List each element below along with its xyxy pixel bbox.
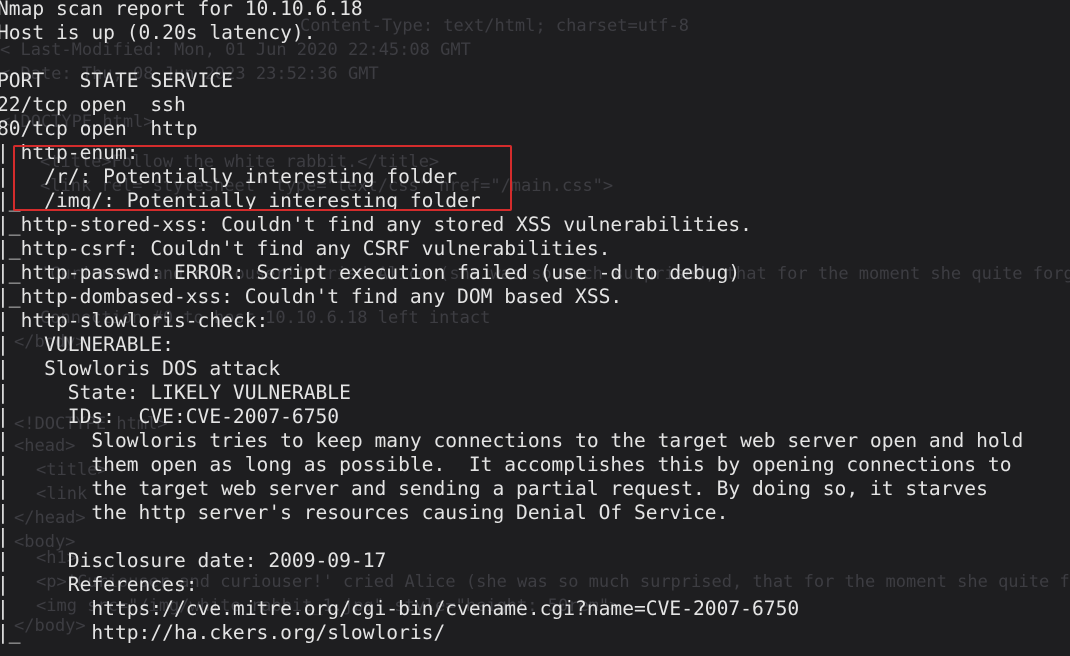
script-result-stored-xss: |_http-stored-xss: Couldn't find any sto…: [0, 213, 752, 236]
script-result-passwd: |_http-passwd: ERROR: Script execution f…: [0, 261, 741, 284]
script-result-csrf: |_http-csrf: Couldn't find any CSRF vuln…: [0, 237, 611, 260]
slowloris-description-line: | the http server's resources causing De…: [0, 501, 729, 524]
slowloris-title: | Slowloris DOS attack: [0, 357, 281, 380]
slowloris-state: | State: LIKELY VULNERABLE: [0, 381, 351, 404]
script-result-dombased-xss: |_http-dombased-xss: Couldn't find any D…: [0, 285, 623, 308]
slowloris-description-line: | Slowloris tries to keep many connectio…: [0, 429, 1024, 452]
port-row-http: 80/tcp open http: [0, 117, 198, 140]
reference-link-ckers[interactable]: |_ http://ha.ckers.org/slowloris/: [0, 621, 1023, 645]
port-row-ssh: 22/tcp open ssh: [0, 93, 186, 116]
terminal-line-host-status: Host is up (0.20s latency).: [0, 21, 316, 44]
slowloris-check-header: | http-slowloris-check:: [0, 309, 269, 332]
terminal-line-spacer: |: [0, 525, 9, 548]
terminal-line-scan-report: Nmap scan report for 10.10.6.18: [0, 0, 363, 20]
slowloris-vulnerable-label: | VULNERABLE:: [0, 333, 174, 356]
slowloris-ids: | IDs: CVE:CVE-2007-6750: [0, 405, 340, 428]
highlight-annotation-box: [13, 145, 512, 211]
slowloris-references-label: | References:: [0, 573, 198, 596]
slowloris-disclosure-date: | Disclosure date: 2009-09-17: [0, 549, 387, 572]
slowloris-description-line: | the target web server and sending a pa…: [0, 477, 988, 500]
port-table-header: PORT STATE SERVICE: [0, 69, 233, 92]
terminal-window[interactable]: Content-Type: text/html; charset=utf-8 <…: [0, 0, 1070, 656]
terminal-output[interactable]: Nmap scan report for 10.10.6.18 Host is u…: [0, 0, 1023, 645]
slowloris-description-line: | them open as long as possible. It acco…: [0, 453, 1012, 476]
reference-link-cve-mitre[interactable]: | https://cve.mitre.org/cgi-bin/cvename.…: [0, 597, 1023, 621]
